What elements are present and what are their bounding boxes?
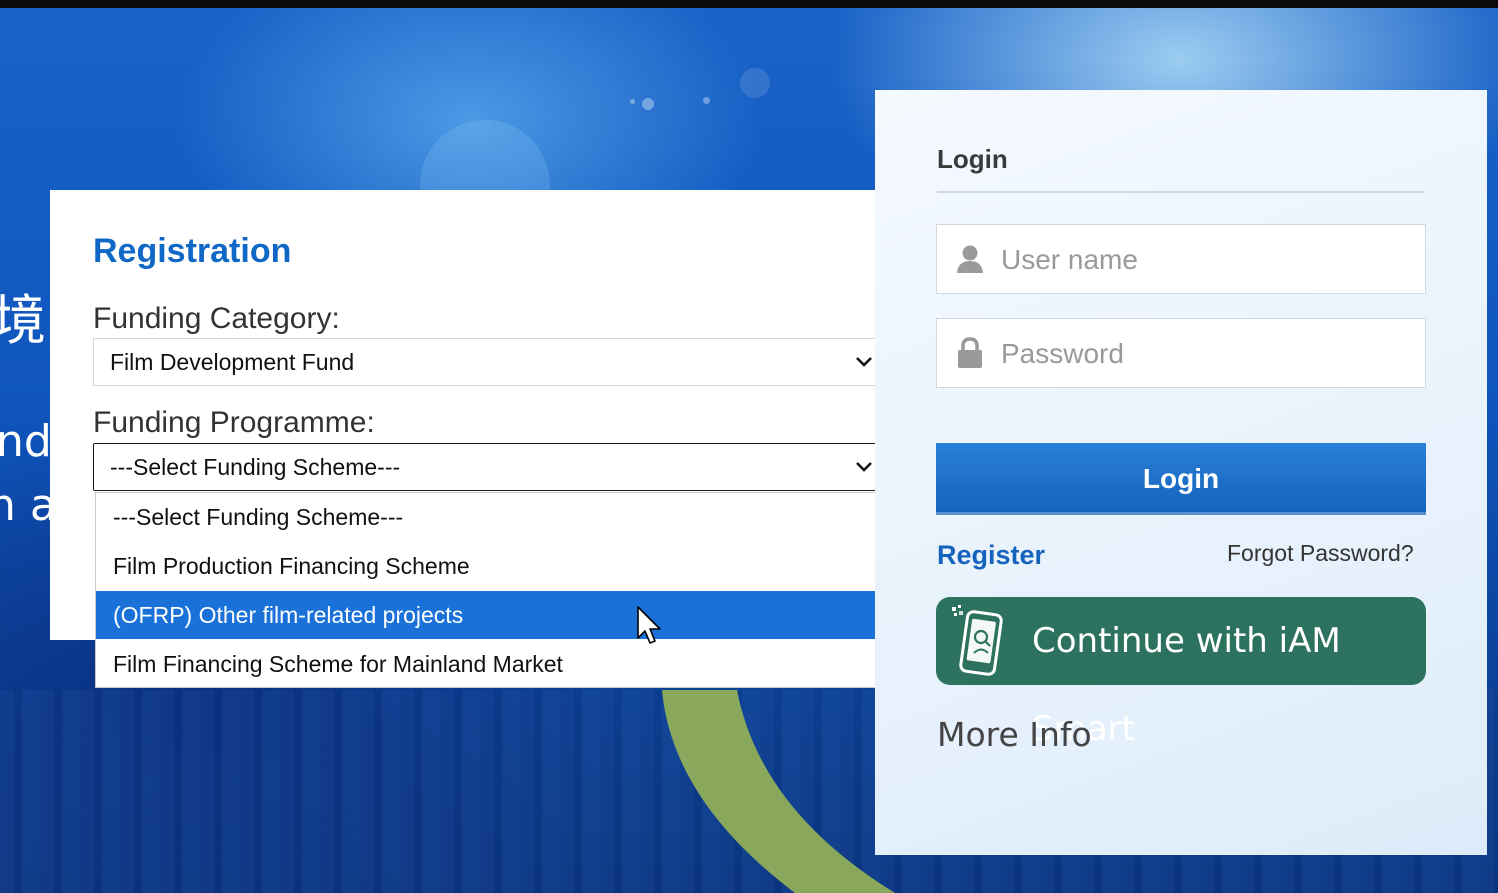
more-info-link[interactable]: More Info	[937, 715, 1092, 754]
login-divider	[937, 191, 1425, 193]
login-panel: Login Login Register Forgot Password?	[875, 90, 1487, 855]
registration-title: Registration	[93, 232, 292, 270]
background-text-line1: 境	[0, 289, 46, 352]
login-button[interactable]: Login	[936, 443, 1426, 515]
password-field[interactable]	[936, 318, 1426, 389]
mouse-pointer-icon	[637, 606, 661, 644]
iam-smart-phone-icon	[952, 605, 1003, 676]
bokeh-dot	[630, 99, 635, 104]
register-link[interactable]: Register	[937, 540, 1045, 571]
chevron-down-icon	[856, 462, 872, 472]
user-icon	[957, 245, 983, 273]
lock-icon	[958, 337, 982, 368]
funding-category-select[interactable]: Film Development Fund	[93, 338, 885, 386]
funding-programme-select[interactable]: ---Select Funding Scheme---	[93, 443, 885, 491]
funding-category-value: Film Development Fund	[110, 349, 355, 375]
bokeh-dot	[740, 68, 770, 98]
bokeh-dot	[703, 97, 710, 104]
bokeh-dot	[642, 98, 654, 110]
dropdown-option[interactable]: Film Production Financing Scheme	[96, 542, 884, 590]
top-border	[0, 0, 1498, 8]
password-input[interactable]	[999, 319, 1413, 389]
funding-programme-value: ---Select Funding Scheme---	[110, 454, 401, 480]
funding-programme-dropdown: ---Select Funding Scheme--- Film Product…	[95, 492, 885, 688]
background-text-line3: n a	[0, 480, 57, 531]
dropdown-option[interactable]: Film Financing Scheme for Mainland Marke…	[96, 640, 884, 688]
chevron-down-icon	[856, 357, 872, 367]
background-text-line2: nd	[0, 416, 52, 467]
dropdown-option-highlighted[interactable]: (OFRP) Other film-related projects	[96, 591, 884, 639]
username-field[interactable]	[936, 224, 1426, 295]
dropdown-option[interactable]: ---Select Funding Scheme---	[96, 493, 884, 541]
iam-smart-button[interactable]: Continue with iAM Smart	[936, 597, 1426, 749]
forgot-password-link[interactable]: Forgot Password?	[1227, 540, 1414, 567]
username-input[interactable]	[999, 225, 1413, 295]
funding-programme-label: Funding Programme:	[93, 406, 375, 439]
funding-category-label: Funding Category:	[93, 302, 340, 335]
login-title: Login	[937, 144, 1008, 174]
